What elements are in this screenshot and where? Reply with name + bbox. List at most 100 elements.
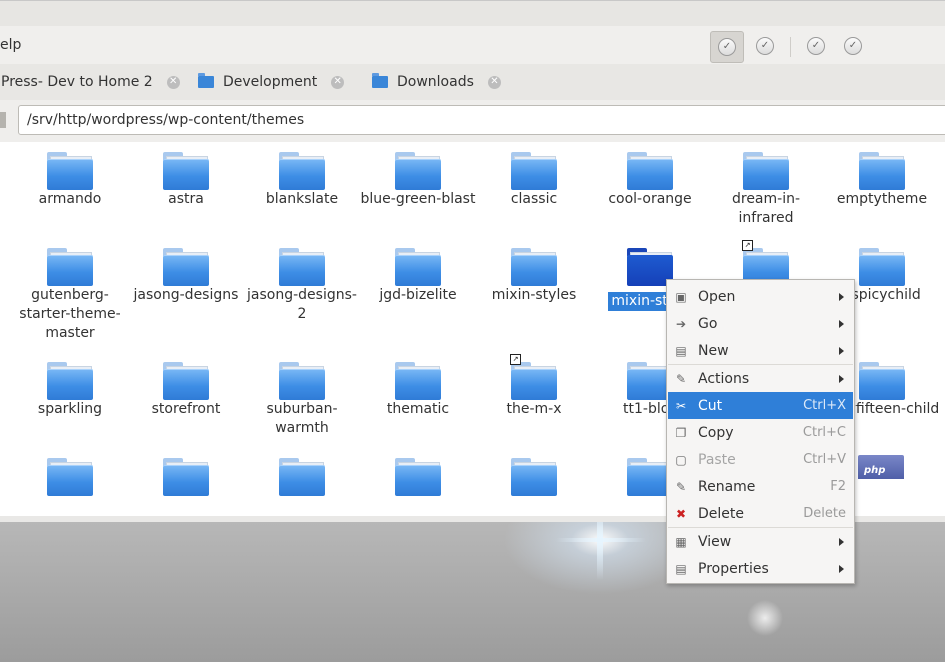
folder-label: sparkling [37,401,103,417]
menu-item-label: Delete [698,505,744,522]
menu-item-view[interactable]: ▦ View [668,528,853,555]
shortcut-label: Ctrl+C [802,425,846,440]
folder-icon [372,73,388,88]
tab-bar: Press- Dev to Home 2 ✕ Development ✕ Dow… [0,64,945,101]
folder-item[interactable]: the-m-x [476,362,592,419]
check-circle-icon: ✓ [756,37,774,55]
folder-icon [47,248,93,286]
symlink-icon: ↗ [742,240,753,251]
folder-icon [395,152,441,190]
tab-label: Downloads [397,74,474,90]
submenu-arrow-icon [839,346,844,355]
folder-item[interactable]: suburban-warmth [244,362,360,438]
folder-item[interactable] [12,458,128,496]
folder-item[interactable]: armando [12,152,128,209]
rename-icon: ✎ [675,479,687,494]
folder-item[interactable]: cool-orange [592,152,708,209]
menu-item-new[interactable]: ▤ New [668,337,853,364]
location-bar: /srv/http/wordpress/wp-content/themes [0,100,945,142]
folder-item[interactable]: dream-in-infrared [708,152,824,228]
menu-item-label: Cut [698,397,723,414]
folder-item[interactable]: jasong-designs [128,248,244,305]
folder-item[interactable]: blue-green-blast [360,152,476,209]
menu-item-cut[interactable]: ✂ Cut Ctrl+X [668,392,853,419]
folder-item[interactable]: classic [476,152,592,209]
folder-icon [279,248,325,286]
toolbar-check-3[interactable]: ✓ [800,31,832,61]
menu-item-label: Copy [698,424,734,441]
folder-item[interactable]: emptytheme [824,152,940,209]
window-top-edge [0,0,945,27]
menu-item-properties[interactable]: ▤ Properties [668,555,853,582]
tab-label: Press- Dev to Home 2 [1,74,153,90]
tab-development[interactable]: Development ✕ [198,64,345,100]
toolbar-check-4[interactable]: ✓ [837,31,869,61]
folder-icon [47,152,93,190]
location-input[interactable]: /srv/http/wordpress/wp-content/themes [18,105,945,135]
close-icon[interactable]: ✕ [166,75,180,89]
menu-item-label: Open [698,288,736,305]
close-icon[interactable]: ✕ [487,75,501,89]
folder-icon [47,458,93,496]
folder-icon [163,248,209,286]
menu-item-paste[interactable]: ▢ Paste Ctrl+V [668,446,853,473]
menu-item-copy[interactable]: ❐ Copy Ctrl+C [668,419,853,446]
folder-item[interactable] [360,458,476,496]
check-circle-icon: ✓ [718,38,736,56]
folder-icon [627,152,673,190]
menu-item-go[interactable]: ➔ Go [668,310,853,337]
copy-icon: ❐ [675,425,687,440]
folder-icon [198,73,214,88]
folder-label: armando [38,191,102,207]
folder-label: blankslate [265,191,339,207]
php-badge: php [864,465,886,476]
folder-item[interactable]: thematic [360,362,476,419]
symlink-icon: ↗ [510,354,521,365]
folder-item[interactable]: gutenberg-starter-theme-master [12,248,128,343]
menu-item-delete[interactable]: ✖ Delete Delete [668,500,853,527]
actions-icon: ✎ [675,371,687,386]
folder-item[interactable] [244,458,360,496]
folder-item[interactable]: jgd-bizelite [360,248,476,305]
folder-icon [859,152,905,190]
folder-label: mixin-styles [491,287,577,303]
menu-item-open[interactable]: ▣ Open [668,283,853,310]
folder-label: classic [510,191,558,207]
folder-label: jgd-bizelite [379,287,457,303]
folder-icon [511,248,557,286]
folder-item[interactable]: astra [128,152,244,209]
folder-icon [395,248,441,286]
folder-item[interactable]: jasong-designs-2 [244,248,360,324]
close-icon[interactable]: ✕ [331,75,345,89]
folder-icon [163,458,209,496]
properties-icon: ▤ [675,561,687,576]
folder-item[interactable] [476,458,592,496]
folder-icon [511,362,557,400]
tab-label: Development [223,74,318,90]
folder-item[interactable] [128,458,244,496]
tab-press-dev-to-home[interactable]: Press- Dev to Home 2 ✕ [1,64,180,100]
toolbar-check-2[interactable]: ✓ [749,31,781,61]
menu-item-rename[interactable]: ✎ Rename F2 [668,473,853,500]
folder-icon [511,152,557,190]
home-icon[interactable] [0,112,6,128]
shortcut-label: Ctrl+V [803,452,846,467]
folder-icon [859,362,905,400]
open-folder-icon: ▣ [675,289,687,304]
folder-item[interactable]: mixin-styles [476,248,592,305]
folder-item[interactable]: blankslate [244,152,360,209]
toolbar-check-1[interactable]: ✓ [710,31,744,63]
menu-help[interactable]: elp [0,37,21,53]
php-file-icon[interactable]: php [858,455,904,479]
folder-item[interactable]: storefront [128,362,244,419]
folder-icon [743,152,789,190]
folder-icon [395,362,441,400]
menu-item-label: Properties [698,560,769,577]
context-menu: ▣ Open ➔ Go ▤ New ✎ Actions ✂ Cut Ctrl+X… [666,279,855,584]
folder-label: astra [168,191,204,207]
tab-downloads[interactable]: Downloads ✕ [372,64,501,100]
folder-item[interactable]: sparkling [12,362,128,419]
folder-icon [163,152,209,190]
submenu-arrow-icon [839,374,844,383]
menu-item-actions[interactable]: ✎ Actions [668,365,853,392]
